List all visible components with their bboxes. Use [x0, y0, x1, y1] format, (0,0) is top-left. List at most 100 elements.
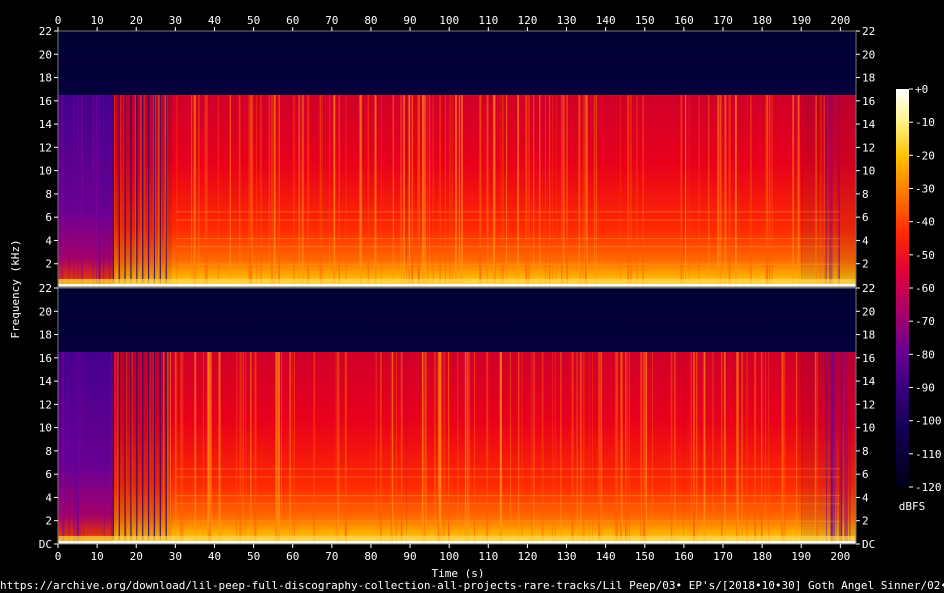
gap-streak	[159, 352, 161, 540]
y-tick-label-right: 4	[862, 234, 869, 247]
x-tick-label-bottom: 140	[596, 550, 616, 563]
harmonic-line	[175, 476, 841, 478]
transient-streak	[674, 352, 676, 544]
gap-streak	[147, 95, 150, 283]
transient-streak	[561, 95, 563, 287]
transient-streak	[421, 352, 424, 544]
gap-streak	[165, 95, 167, 283]
colorbar-tick-label: -50	[915, 249, 935, 262]
transient-streak	[291, 352, 293, 544]
transient-streak	[771, 95, 774, 287]
transient-streak	[202, 352, 204, 544]
transient-streak	[92, 95, 95, 287]
y-tick-label-left: 20	[39, 305, 52, 318]
y-tick-label-left: 8	[45, 188, 52, 201]
transient-streak	[210, 352, 212, 544]
transient-streak	[191, 95, 193, 287]
energy-section-3	[171, 95, 407, 287]
transient-streak	[583, 95, 585, 287]
y-tick-label-right: 18	[862, 72, 875, 85]
transient-streak	[77, 95, 79, 287]
gap-streak	[153, 352, 156, 540]
y-tick-label-left: 8	[45, 445, 52, 458]
transient-streak	[194, 352, 197, 544]
transient-streak	[83, 352, 85, 544]
transient-streak	[143, 95, 145, 287]
transient-streak	[576, 352, 578, 544]
y-tick-label-right: 20	[862, 48, 875, 61]
y-tick-label-right: 22	[862, 25, 875, 38]
transient-streak	[492, 95, 496, 287]
x-tick-label-bottom: 100	[439, 550, 459, 563]
transient-streak	[595, 95, 597, 287]
transient-streak	[499, 352, 502, 544]
gap-streak	[142, 352, 144, 540]
x-tick-label-bottom: 70	[325, 550, 338, 563]
transient-streak	[361, 95, 363, 287]
transient-streak	[208, 352, 211, 544]
transient-streak	[741, 352, 743, 544]
transient-streak	[345, 95, 347, 287]
transient-streak	[164, 95, 166, 287]
transient-streak	[768, 95, 771, 287]
transient-streak	[442, 352, 444, 544]
transient-streak	[60, 95, 64, 287]
transient-streak	[409, 95, 411, 287]
gap-streak	[118, 95, 120, 283]
transient-streak	[552, 95, 554, 287]
transient-streak	[640, 352, 642, 544]
y-tick-label-left: 16	[39, 352, 52, 365]
transient-streak	[249, 95, 253, 287]
transient-streak	[563, 95, 565, 287]
transient-streak	[782, 352, 784, 544]
y-tick-label-left: 18	[39, 72, 52, 85]
transient-streak	[298, 95, 300, 287]
y-tick-label-left: 6	[45, 211, 52, 224]
transient-streak	[167, 352, 169, 544]
transient-streak	[321, 95, 323, 287]
transient-streak	[486, 352, 489, 544]
x-tick-label-bottom: 80	[364, 550, 377, 563]
transient-streak	[273, 95, 276, 287]
transient-streak	[109, 95, 111, 287]
gap-streak	[124, 95, 126, 283]
gap-streak	[165, 352, 167, 540]
x-tick-label-top: 130	[557, 14, 577, 27]
transient-streak	[728, 95, 731, 287]
transient-streak	[329, 95, 331, 287]
transient-streak	[580, 352, 582, 544]
colorbar: +0 -10 -20 -30 -40 -50 -60 -70 -80 -90 -100 -110 -12…	[896, 83, 942, 494]
colorbar-gradient	[896, 89, 909, 487]
transient-streak	[98, 95, 100, 287]
transient-streak	[333, 95, 336, 287]
gap-streak	[112, 352, 114, 540]
transient-streak	[96, 95, 98, 287]
harmonic-line	[175, 468, 841, 470]
transient-streak	[439, 95, 441, 287]
transient-streak	[826, 352, 827, 544]
gap-streak	[147, 352, 150, 540]
transient-streak	[319, 95, 322, 287]
transient-streak	[767, 352, 770, 544]
transient-streak	[255, 95, 258, 287]
x-tick-label-bottom: 30	[169, 550, 182, 563]
transient-streak	[797, 95, 800, 287]
colorbar-tick-label: -30	[915, 183, 935, 196]
x-tick-label-bottom: 180	[752, 550, 772, 563]
x-tick-label-top: 30	[169, 14, 182, 27]
transient-streak	[571, 352, 574, 544]
source-url: https://archive.org/download/lil-peep-fu…	[0, 579, 944, 592]
transient-streak	[643, 352, 646, 544]
transient-streak	[464, 352, 467, 544]
x-tick-label-top: 190	[791, 14, 811, 27]
transient-streak	[229, 95, 231, 287]
colorbar-tick-label: -90	[915, 382, 935, 395]
x-tick-label-bottom: 200	[830, 550, 850, 563]
x-axis-label: Time (s)	[432, 567, 485, 578]
transient-streak	[69, 352, 70, 544]
transient-streak	[528, 95, 530, 287]
y-tick-label-left: 12	[39, 398, 52, 411]
y-tick-label-right: 12	[862, 398, 875, 411]
colorbar-tick-label: -20	[915, 149, 935, 162]
transient-streak	[736, 352, 737, 544]
